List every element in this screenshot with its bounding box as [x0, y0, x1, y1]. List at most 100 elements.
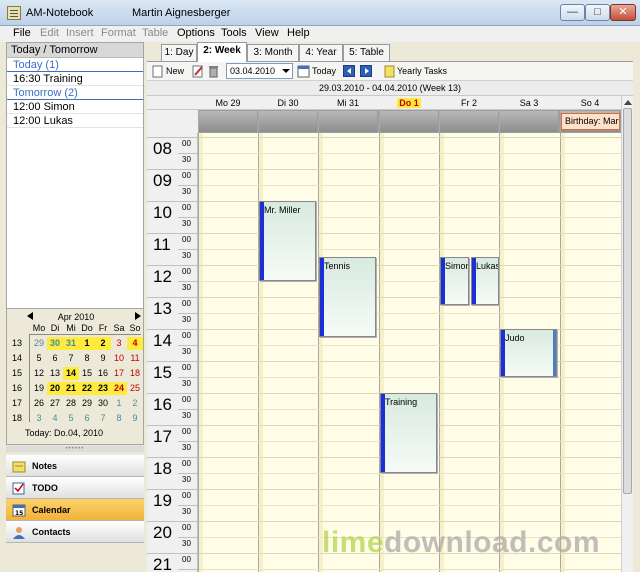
menu-edit[interactable]: Edit	[40, 27, 59, 39]
mini-calendar-day[interactable]: 29	[79, 397, 95, 410]
mini-calendar-day[interactable]: 28	[63, 397, 79, 410]
today-button[interactable]: Today	[312, 66, 336, 76]
tomorrow-item[interactable]: 12:00 Lukas	[7, 114, 143, 128]
vertical-scrollbar[interactable]	[621, 96, 633, 572]
minimize-button[interactable]: —	[560, 4, 585, 21]
mini-calendar-day[interactable]: 7	[63, 352, 79, 365]
mini-calendar-day[interactable]: 19	[31, 382, 47, 395]
mini-calendar-day[interactable]: 12	[31, 367, 47, 380]
tab-week[interactable]: 2: Week	[197, 42, 247, 62]
mini-calendar-day[interactable]: 25	[127, 382, 143, 395]
mini-calendar-day[interactable]: 6	[47, 352, 63, 365]
next-week-icon[interactable]	[360, 65, 372, 77]
nav-notes-button[interactable]: Notes	[6, 455, 144, 477]
mini-calendar-day[interactable]: 6	[79, 412, 95, 425]
today-item[interactable]: 16:30 Training	[7, 72, 143, 86]
tomorrow-group[interactable]: Tomorrow (2)	[7, 86, 143, 100]
mini-calendar-day[interactable]: 3	[31, 412, 47, 425]
nav-todo-button[interactable]: TODO	[6, 477, 144, 499]
mini-calendar-day[interactable]: 2	[95, 337, 111, 350]
close-button[interactable]: ✕	[610, 4, 636, 21]
tab-table[interactable]: 5: Table	[343, 44, 390, 61]
today-icon[interactable]	[297, 65, 310, 78]
today-group[interactable]: Today (1)	[7, 58, 143, 72]
menu-table[interactable]: Table	[142, 27, 168, 39]
day-header[interactable]: Mo 29	[198, 96, 258, 110]
mini-calendar-day[interactable]: 26	[31, 397, 47, 410]
yearly-tasks-icon[interactable]	[383, 65, 396, 78]
nav-calendar-button[interactable]: 15 Calendar	[6, 499, 144, 521]
mini-calendar-day[interactable]: 30	[95, 397, 111, 410]
menu-tools[interactable]: Tools	[221, 27, 247, 39]
mini-calendar-day[interactable]: 11	[127, 352, 143, 365]
nav-contacts-button[interactable]: Contacts	[6, 521, 144, 543]
scroll-up-icon[interactable]	[624, 100, 632, 105]
all-day-event[interactable]: Birthday: Mar	[561, 113, 620, 130]
mini-calendar-day[interactable]: 18	[127, 367, 143, 380]
mini-calendar-day[interactable]: 17	[111, 367, 127, 380]
scroll-thumb[interactable]	[623, 108, 632, 494]
appointment[interactable]: Tennis	[319, 257, 376, 337]
mini-calendar-day[interactable]: 22	[79, 382, 95, 395]
mini-calendar-today[interactable]: Today: Do.04, 2010	[25, 428, 103, 438]
mini-calendar-day[interactable]: 8	[111, 412, 127, 425]
mini-calendar-day[interactable]: 1	[111, 397, 127, 410]
mini-calendar-day[interactable]: 29	[31, 337, 47, 350]
day-header[interactable]: Fr 2	[439, 96, 499, 110]
menu-insert[interactable]: Insert	[66, 27, 94, 39]
mini-calendar-day[interactable]: 30	[47, 337, 63, 350]
delete-icon[interactable]	[207, 65, 220, 78]
mini-calendar-day[interactable]: 13	[47, 367, 63, 380]
mini-calendar-day[interactable]: 10	[111, 352, 127, 365]
mini-calendar-day[interactable]: 4	[127, 337, 143, 350]
mini-calendar-day[interactable]: 31	[63, 337, 79, 350]
menu-help[interactable]: Help	[287, 27, 310, 39]
mini-calendar-day[interactable]: 9	[95, 352, 111, 365]
edit-icon[interactable]	[191, 65, 204, 78]
mini-calendar-day[interactable]: 24	[111, 382, 127, 395]
appointment[interactable]: Judo	[500, 329, 557, 377]
next-month-icon[interactable]	[135, 312, 141, 320]
mini-calendar-day[interactable]: 27	[47, 397, 63, 410]
mini-calendar-day[interactable]: 15	[79, 367, 95, 380]
mini-calendar-day[interactable]: 8	[79, 352, 95, 365]
day-header[interactable]: Mi 31	[318, 96, 378, 110]
new-button[interactable]: New	[166, 66, 184, 76]
all-day-cell[interactable]	[440, 111, 498, 132]
all-day-cell[interactable]	[259, 111, 317, 132]
mini-calendar-day[interactable]: 5	[63, 412, 79, 425]
mini-calendar-day[interactable]: 1	[79, 337, 95, 350]
appointment[interactable]: Simon	[440, 257, 469, 305]
mini-calendar-day[interactable]: 5	[31, 352, 47, 365]
appointment[interactable]: Lukas	[471, 257, 499, 305]
appointment[interactable]: Training	[380, 393, 437, 473]
mini-calendar-day[interactable]: 21	[63, 382, 79, 395]
yearly-tasks-button[interactable]: Yearly Tasks	[397, 66, 447, 76]
day-header[interactable]: Sa 3	[499, 96, 559, 110]
panel-splitter[interactable]: ••••••	[6, 446, 144, 452]
mini-calendar-day[interactable]: 9	[127, 412, 143, 425]
appointment[interactable]: Mr. Miller	[259, 201, 316, 281]
day-header[interactable]: Di 30	[258, 96, 318, 110]
tab-day[interactable]: 1: Day	[161, 44, 197, 61]
tab-year[interactable]: 4: Year	[299, 44, 343, 61]
menu-options[interactable]: Options	[177, 27, 215, 39]
mini-calendar-day[interactable]: 4	[47, 412, 63, 425]
date-picker[interactable]: 03.04.2010	[226, 63, 293, 79]
day-header[interactable]: So 4	[560, 96, 620, 110]
tab-month[interactable]: 3: Month	[247, 44, 299, 61]
all-day-cell[interactable]	[380, 111, 438, 132]
mini-calendar-day[interactable]: 23	[95, 382, 111, 395]
mini-calendar-day[interactable]: 7	[95, 412, 111, 425]
mini-calendar-day[interactable]: 3	[111, 337, 127, 350]
all-day-cell[interactable]	[500, 111, 558, 132]
new-icon[interactable]	[151, 65, 164, 78]
mini-calendar-day[interactable]: 20	[47, 382, 63, 395]
day-header[interactable]: Do 1	[379, 96, 439, 110]
chevron-down-icon[interactable]	[282, 69, 290, 73]
all-day-cell[interactable]	[199, 111, 257, 132]
menu-file[interactable]: File	[13, 27, 31, 39]
menu-format[interactable]: Format	[101, 27, 136, 39]
tomorrow-item[interactable]: 12:00 Simon	[7, 100, 143, 114]
prev-week-icon[interactable]	[343, 65, 355, 77]
